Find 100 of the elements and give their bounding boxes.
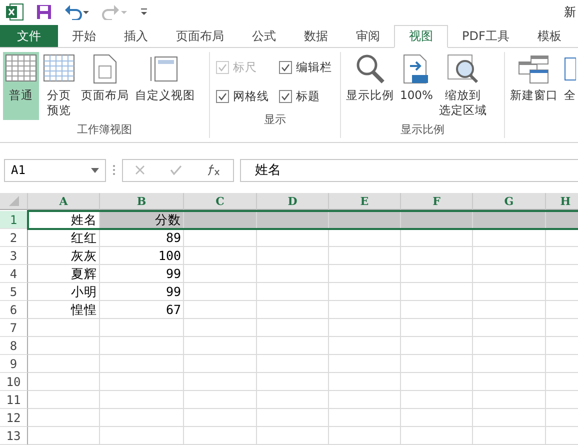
row-header[interactable]: 7 xyxy=(0,319,28,337)
drag-handle-icon[interactable] xyxy=(112,164,116,176)
checkbox[interactable] xyxy=(216,90,229,104)
table-cell xyxy=(28,337,100,355)
table-cell xyxy=(329,301,401,319)
row-header[interactable]: 12 xyxy=(0,409,28,427)
table-cell: 99 xyxy=(100,265,184,283)
table-cell xyxy=(257,283,329,301)
row-header[interactable]: 11 xyxy=(0,391,28,409)
column-header[interactable]: G xyxy=(473,193,546,210)
corner-triangle-icon xyxy=(8,196,18,206)
table-cell xyxy=(257,373,329,391)
table-cell xyxy=(329,373,401,391)
group-label: 工作簿视图 xyxy=(76,122,133,138)
ribbon-button[interactable]: 缩放到 选定区域 xyxy=(436,52,489,120)
column-header[interactable]: A xyxy=(28,193,100,210)
column-header[interactable]: F xyxy=(401,193,473,210)
table-cell xyxy=(329,265,401,283)
table-cell xyxy=(329,355,401,373)
excel-logo-icon[interactable] xyxy=(6,3,24,22)
table-cell xyxy=(401,229,473,247)
table-cell xyxy=(329,337,401,355)
column-header[interactable]: D xyxy=(257,193,329,210)
table-cell: 99 xyxy=(100,283,184,301)
row-header[interactable]: 4 xyxy=(0,265,28,283)
table-cell xyxy=(257,229,329,247)
row-header[interactable]: 6 xyxy=(0,301,28,319)
ribbon-button[interactable]: 显示比例 xyxy=(344,52,396,120)
checkbox-label: 网格线 xyxy=(233,89,269,104)
table-cell xyxy=(257,355,329,373)
ribbon-button[interactable]: 页面布局 xyxy=(79,52,131,120)
table-cell xyxy=(401,301,473,319)
customize-caret-icon[interactable] xyxy=(140,7,148,18)
formula-input[interactable]: 姓名 xyxy=(240,158,578,182)
table-cell xyxy=(401,247,473,265)
page-100-icon xyxy=(402,54,430,84)
row-header[interactable]: 9 xyxy=(0,355,28,373)
ribbon-button[interactable]: 100% xyxy=(398,52,435,120)
table-cell xyxy=(329,319,401,337)
file-tab[interactable]: 文件 xyxy=(0,24,58,48)
table-cell xyxy=(257,337,329,355)
magnifier-icon xyxy=(355,54,385,84)
table-cell xyxy=(257,427,329,445)
function-icon[interactable] xyxy=(206,164,221,176)
save-icon[interactable] xyxy=(36,4,52,20)
ribbon-button[interactable]: 自定义视图 xyxy=(133,52,197,120)
zoom-grid-icon xyxy=(446,54,479,84)
row-header[interactable]: 8 xyxy=(0,337,28,355)
table-cell xyxy=(401,319,473,337)
table-cell xyxy=(257,265,329,283)
table-cell xyxy=(28,319,100,337)
table-cell xyxy=(401,355,473,373)
window-title: 新 xyxy=(564,4,576,21)
column-header[interactable]: H xyxy=(546,193,578,210)
checkbox-label: 标尺 xyxy=(233,60,257,76)
row-header[interactable]: 10 xyxy=(0,373,28,391)
window-frame-icon xyxy=(150,54,180,84)
table-cell xyxy=(329,247,401,265)
table-cell xyxy=(28,409,100,427)
column-header[interactable]: E xyxy=(329,193,401,210)
row-header[interactable]: 3 xyxy=(0,247,28,265)
table-cell xyxy=(401,283,473,301)
undo-icon[interactable] xyxy=(64,4,90,20)
table-cell xyxy=(257,391,329,409)
row-header[interactable]: 13 xyxy=(0,427,28,445)
checkbox[interactable] xyxy=(279,90,292,104)
table-cell: 惶惶 xyxy=(28,301,100,319)
row-header[interactable]: 2 xyxy=(0,229,28,247)
checkmark-icon[interactable] xyxy=(170,165,182,176)
table-cell: 小明 xyxy=(28,283,100,301)
ribbon-tab[interactable]: 视图 xyxy=(394,24,448,48)
table-cell xyxy=(401,211,473,229)
table-cell xyxy=(28,355,100,373)
table-cell xyxy=(329,409,401,427)
table-cell xyxy=(546,211,578,229)
ribbon-button[interactable]: 分页 预览 xyxy=(41,52,77,120)
table-cell xyxy=(257,211,329,229)
table-cell xyxy=(28,373,100,391)
row-header[interactable]: 5 xyxy=(0,283,28,301)
group-label: 显示 xyxy=(263,112,287,128)
document-icon xyxy=(92,54,118,84)
ribbon-button[interactable]: 新建窗口 xyxy=(508,52,560,120)
table-cell: 分数 xyxy=(100,211,184,229)
table-cell xyxy=(329,427,401,445)
checkbox[interactable] xyxy=(279,61,292,74)
ribbon-button[interactable]: 普通 xyxy=(3,52,39,120)
column-header[interactable]: C xyxy=(184,193,257,210)
name-box[interactable]: A1 xyxy=(4,158,106,182)
table-cell xyxy=(401,409,473,427)
checkbox-label: 编辑栏 xyxy=(296,60,332,76)
table-cell: 夏辉 xyxy=(28,265,100,283)
grid-icon xyxy=(5,54,37,84)
group-label: 显示比例 xyxy=(400,122,446,138)
row-header[interactable]: 1 xyxy=(0,211,28,229)
table-cell xyxy=(28,391,100,409)
table-cell xyxy=(329,283,401,301)
table-cell xyxy=(329,391,401,409)
column-header[interactable]: B xyxy=(100,193,184,210)
table-cell xyxy=(401,391,473,409)
ribbon-button[interactable]: 全 xyxy=(562,52,578,120)
